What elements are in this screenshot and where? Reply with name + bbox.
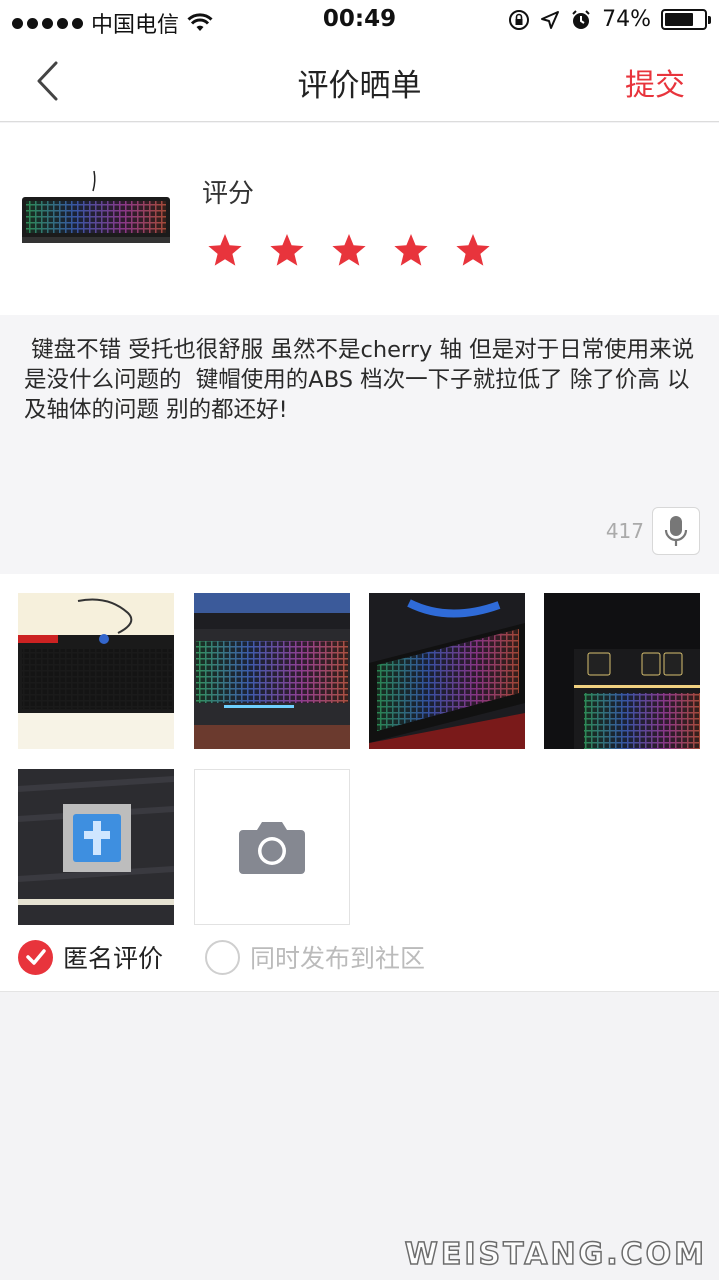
battery-percent: 74% <box>602 7 651 32</box>
watermark: WEISTANG.COM <box>404 1236 707 1273</box>
star-icon[interactable] <box>455 233 491 269</box>
add-photo-button[interactable] <box>194 769 350 925</box>
review-textarea[interactable]: 键盘不错 受托也很舒服 虽然不是cherry 轴 但是对于日常使用来说是没什么问… <box>24 335 696 425</box>
star-icon[interactable] <box>269 233 305 269</box>
keyboard-photo-1[interactable] <box>18 593 174 749</box>
anonymous-label: 匿名评价 <box>63 944 164 973</box>
community-option[interactable]: 同时发布到社区 <box>205 939 425 975</box>
anonymous-option[interactable]: 匿名评价 <box>18 939 163 975</box>
voice-input-button[interactable] <box>652 507 700 555</box>
location-icon <box>541 10 560 29</box>
keyboard-photo-4[interactable] <box>544 593 700 749</box>
keyboard-thumbnail <box>18 163 173 273</box>
keyboard-photo-2[interactable] <box>194 593 350 749</box>
community-label: 同时发布到社区 <box>250 944 426 973</box>
rotation-lock-icon <box>509 9 530 30</box>
status-bar: 中国电信 00:49 74% <box>0 0 719 40</box>
rating-label: 评分 <box>202 179 255 209</box>
alarm-icon <box>572 9 590 29</box>
page-title: 评价晒单 <box>297 68 422 104</box>
product-rating-section: 评分 <box>0 123 719 315</box>
microphone-icon <box>664 516 688 546</box>
battery-level <box>665 13 694 26</box>
star-icon[interactable] <box>207 233 243 269</box>
anonymous-checkbox[interactable] <box>18 939 53 975</box>
checkmark-icon <box>25 949 46 965</box>
switch-photo[interactable] <box>18 769 174 925</box>
status-bar-right: 74% <box>508 7 711 32</box>
navigation-bar: 评价晒单 提交 <box>0 40 719 122</box>
review-section: 键盘不错 受托也很舒服 虽然不是cherry 轴 但是对于日常使用来说是没什么问… <box>0 315 719 574</box>
submit-button[interactable]: 提交 <box>625 60 685 104</box>
star-rating[interactable] <box>207 233 491 269</box>
community-checkbox[interactable] <box>205 939 240 975</box>
battery-icon <box>661 9 711 30</box>
star-icon[interactable] <box>331 233 367 269</box>
character-count: 417 <box>605 519 644 543</box>
photo-section: 匿名评价 同时发布到社区 <box>0 574 719 992</box>
keyboard-photo-3[interactable] <box>369 593 525 749</box>
camera-icon <box>239 822 305 874</box>
star-icon[interactable] <box>393 233 429 269</box>
